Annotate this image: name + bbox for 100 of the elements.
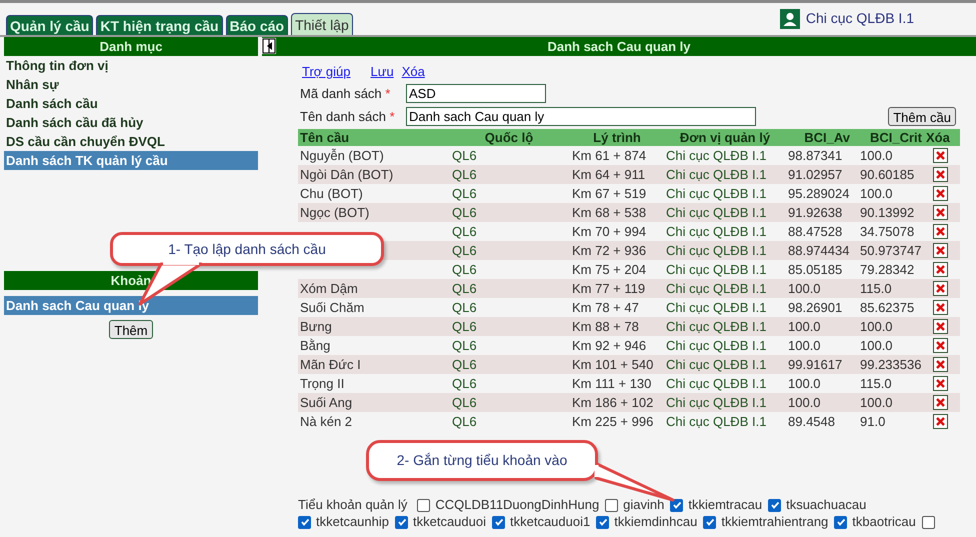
- column-header: Tên cầu: [299, 128, 350, 147]
- link[interactable]: Xóa: [402, 62, 425, 82]
- user-icon: [780, 8, 800, 28]
- checkbox-label: tkketcauduoi1: [510, 514, 590, 530]
- sidebar-item[interactable]: DS cầu cần chuyển ĐVQL: [4, 132, 258, 151]
- add-bridge-button[interactable]: Thêm cầu: [888, 107, 956, 126]
- table-cell: Xóm Dậm: [300, 280, 358, 296]
- table-cell: 34.75078: [860, 224, 914, 239]
- delete-icon[interactable]: [933, 300, 948, 315]
- input-field[interactable]: Danh sach Cau quan ly: [406, 107, 756, 126]
- table-cell: Chi cục QLĐB I.1: [666, 166, 766, 182]
- table-cell: Ngòi Dân (BOT): [300, 166, 394, 182]
- add-button[interactable]: Thêm: [109, 320, 153, 339]
- table-cell: Km 64 + 911: [572, 166, 646, 182]
- table-cell: 100.0: [860, 394, 893, 410]
- delete-icon[interactable]: [933, 148, 948, 163]
- field-label: Tên danh sách *: [299, 108, 396, 126]
- delete-icon[interactable]: [933, 414, 948, 429]
- sidebar-item[interactable]: Thông tin đơn vị: [4, 56, 258, 75]
- delete-icon[interactable]: [933, 395, 948, 410]
- table-cell: Chi cục QLĐB I.1: [666, 414, 766, 429]
- table-cell: Chi cục QLĐB I.1: [666, 242, 766, 258]
- checkbox[interactable]: [596, 516, 610, 528]
- table-cell: 88.974434: [788, 242, 850, 258]
- checkbox[interactable]: [834, 516, 848, 528]
- table-cell: Chi cục QLĐB I.1: [666, 224, 766, 239]
- tab[interactable]: Báo cáo: [226, 15, 288, 35]
- checkbox-label: tkketcaunhip: [316, 514, 389, 530]
- delete-icon[interactable]: [933, 357, 948, 372]
- table-cell: Km 78 + 47: [572, 300, 639, 315]
- table-cell: 100.0: [788, 394, 821, 410]
- field-label: Mã danh sách *: [299, 84, 392, 103]
- delete-icon[interactable]: [933, 319, 948, 334]
- delete-icon[interactable]: [933, 376, 948, 391]
- table-cell: QL6: [452, 414, 477, 429]
- column-header: BCI_Crit: [868, 128, 923, 147]
- checkbox[interactable]: [670, 498, 684, 512]
- delete-icon[interactable]: [933, 205, 948, 220]
- checkbox[interactable]: [395, 516, 408, 528]
- checkbox-label: tkkiemtrahientrang: [721, 514, 828, 530]
- table-cell: QL6: [452, 224, 477, 239]
- table-cell: Nguyễn (BOT): [300, 148, 384, 163]
- table-cell: Km 70 + 994: [572, 224, 646, 239]
- sidebar-header: Danh mục: [4, 37, 258, 56]
- link[interactable]: Trợ giúp: [302, 62, 351, 82]
- table-cell: 100.0: [788, 338, 821, 353]
- delete-icon[interactable]: [933, 167, 948, 182]
- collapse-icon[interactable]: [262, 38, 276, 54]
- table-cell: Km 111 + 130: [572, 376, 652, 391]
- table-cell: QL6: [452, 204, 477, 220]
- checkbox[interactable]: [703, 516, 716, 528]
- table-cell: Mãn Đức I: [300, 356, 361, 372]
- table-cell: QL6: [452, 186, 477, 201]
- table-cell: 99.91617: [788, 356, 842, 372]
- column-header: Xóa: [925, 128, 950, 147]
- delete-icon[interactable]: [933, 262, 948, 277]
- tab[interactable]: Thiết lập: [291, 13, 353, 35]
- table-cell: 115.0: [860, 280, 892, 296]
- table-cell: QL6: [452, 242, 477, 258]
- table-cell: Km 72 + 936: [572, 242, 646, 258]
- link[interactable]: Lưu: [370, 62, 394, 82]
- table-cell: QL6: [452, 148, 477, 163]
- table-cell: Km 68 + 538: [572, 204, 646, 220]
- table-cell: Km 186 + 102: [572, 394, 654, 410]
- table-cell: Km 225 + 996: [572, 414, 654, 429]
- sidebar-item[interactable]: Danh sách TK quản lý cầu: [4, 151, 258, 170]
- table-cell: 100.0: [860, 338, 893, 353]
- delete-icon[interactable]: [933, 224, 948, 239]
- checkbox[interactable]: [768, 498, 782, 512]
- table-cell: Km 88 + 78: [572, 318, 639, 334]
- tab[interactable]: Quản lý cầu: [6, 15, 94, 35]
- sidebar-item[interactable]: Danh sách cầu đã hủy: [4, 113, 258, 132]
- user-name: Chi cục QLĐB I.1: [806, 9, 914, 28]
- panel-title: Danh sach Cau quan ly: [546, 38, 692, 56]
- table-cell: 98.87341: [788, 148, 842, 163]
- table-cell: Chi cục QLĐB I.1: [666, 376, 766, 391]
- tab[interactable]: KT hiện trạng cầu: [96, 15, 223, 35]
- checkbox[interactable]: [605, 498, 618, 512]
- table-cell: Chi cục QLĐB I.1: [666, 356, 766, 372]
- table-cell: Chi cục QLĐB I.1: [666, 204, 766, 220]
- checkbox[interactable]: [417, 498, 430, 512]
- sidebar-item[interactable]: Nhân sự: [4, 75, 258, 94]
- delete-icon[interactable]: [933, 338, 948, 353]
- checkbox[interactable]: [922, 516, 935, 528]
- delete-icon[interactable]: [933, 281, 948, 296]
- table-cell: QL6: [452, 166, 477, 182]
- table-cell: QL6: [452, 300, 477, 315]
- delete-icon[interactable]: [933, 186, 948, 201]
- checkbox[interactable]: [298, 516, 311, 528]
- accounts-label: Tiểu khoản quản lý: [298, 497, 408, 513]
- table-cell: 100.0: [788, 376, 821, 391]
- sidebar-item[interactable]: Danh sách cầu: [4, 94, 258, 113]
- table-cell: Chi cục QLĐB I.1: [666, 186, 766, 201]
- callout-text: 2- Gắn từng tiểu khoản vào: [396, 451, 568, 470]
- input-field[interactable]: ASD: [406, 84, 546, 103]
- table-cell: 100.0: [788, 318, 821, 334]
- delete-icon[interactable]: [933, 243, 948, 258]
- table-cell: Suối Ang: [300, 394, 352, 410]
- checkbox[interactable]: [492, 516, 505, 528]
- table-cell: Chi cục QLĐB I.1: [666, 394, 766, 410]
